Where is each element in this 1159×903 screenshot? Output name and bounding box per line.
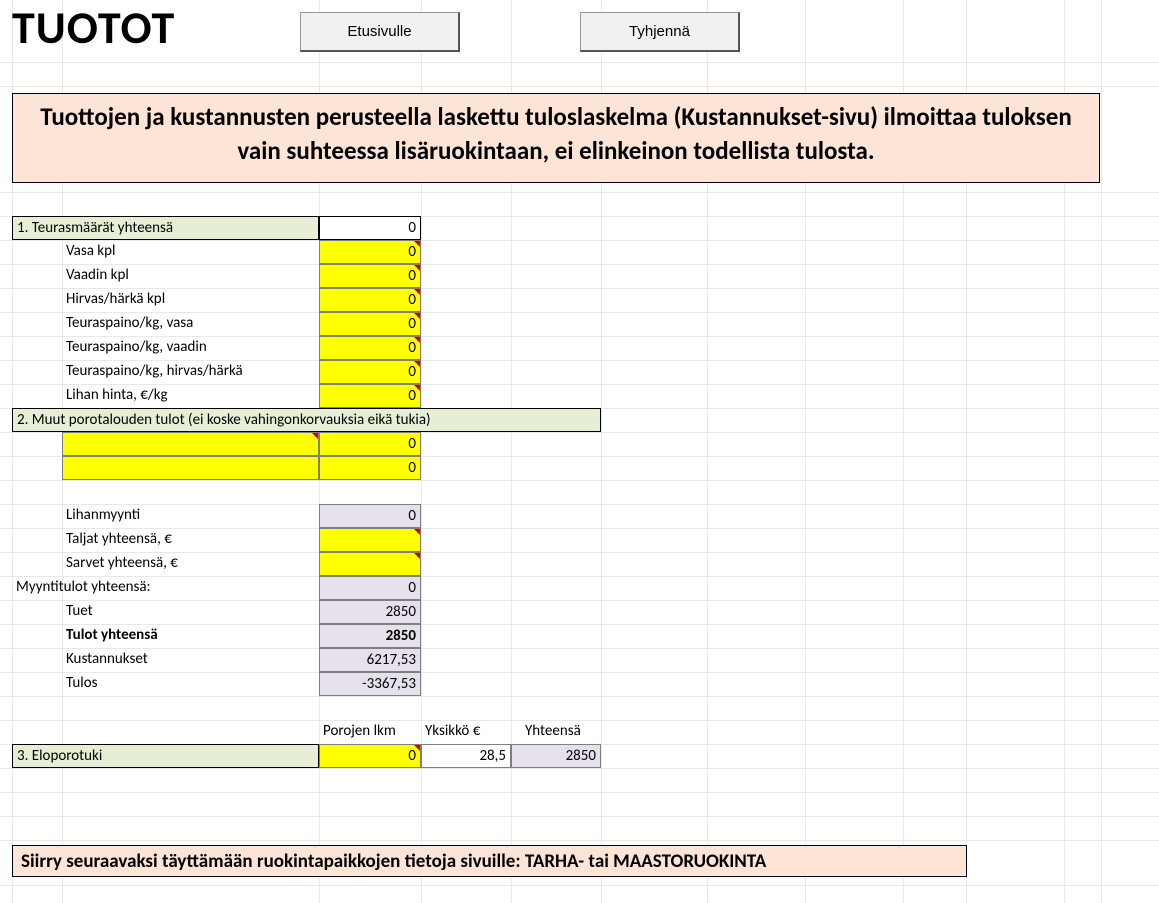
input-other-2-value[interactable]: 0 (319, 456, 421, 480)
value-tulos[interactable]: -3367,53 (319, 672, 421, 696)
section-2-header: 2. Muut porotalouden tulot (ei koske vah… (12, 408, 601, 432)
row-label: Teuraspaino/kg, vaadin (62, 336, 319, 360)
section-1-header: 1. Teurasmäärät yhteensä (12, 216, 319, 240)
comment-marker-icon (414, 745, 420, 751)
value-sales-total[interactable]: 0 (319, 576, 421, 600)
input-tp-hirvas[interactable]: 0 (319, 360, 421, 384)
value-tulot-yhteensa[interactable]: 2850 (319, 624, 421, 648)
row-label: Taljat yhteensä, € (62, 528, 319, 552)
input-hirvas-kpl[interactable]: 0 (319, 288, 421, 312)
col-header-yksikko: Yksikkö € (421, 720, 511, 744)
input-other-1-value[interactable]: 0 (319, 432, 421, 456)
comment-marker-icon (414, 553, 420, 559)
value-tuet[interactable]: 2850 (319, 600, 421, 624)
input-other-2-label[interactable] (62, 456, 319, 480)
row-label: Tuet (62, 600, 319, 624)
input-vasa-kpl[interactable]: 0 (319, 240, 421, 264)
col-header-yhteensa: Yhteensä (521, 720, 601, 744)
row-label: Teuraspaino/kg, hirvas/härkä (62, 360, 319, 384)
input-other-1-label[interactable] (62, 432, 319, 456)
home-button[interactable]: Etusivulle (300, 12, 460, 52)
col-header-porojen-lkm: Porojen lkm (319, 720, 421, 744)
input-taljat[interactable] (319, 528, 421, 552)
comment-marker-icon (414, 289, 420, 295)
row-label: Vasa kpl (62, 240, 319, 264)
comment-marker-icon (414, 529, 420, 535)
comment-marker-icon (414, 385, 420, 391)
row-label: Tulos (62, 672, 319, 696)
row-label: Lihanmyynti (62, 504, 319, 528)
section-1-total[interactable]: 0 (319, 216, 421, 240)
row-label: Myyntitulot yhteensä: (12, 576, 319, 600)
info-banner: Tuottojen ja kustannusten perusteella la… (12, 93, 1100, 183)
comment-marker-icon (414, 361, 420, 367)
comment-marker-icon (312, 433, 318, 439)
input-sarvet[interactable] (319, 552, 421, 576)
clear-button[interactable]: Tyhjennä (580, 12, 740, 52)
row-label: Tulot yhteensä (62, 624, 319, 648)
comment-marker-icon (414, 337, 420, 343)
value-yhteensa[interactable]: 2850 (511, 744, 601, 768)
input-tp-vasa[interactable]: 0 (319, 312, 421, 336)
row-label: Kustannukset (62, 648, 319, 672)
row-label: Hirvas/härkä kpl (62, 288, 319, 312)
input-vaadin-kpl[interactable]: 0 (319, 264, 421, 288)
row-label: Teuraspaino/kg, vasa (62, 312, 319, 336)
row-label: Lihan hinta, €/kg (62, 384, 319, 408)
comment-marker-icon (414, 313, 420, 319)
row-label: Sarvet yhteensä, € (62, 552, 319, 576)
row-label: Vaadin kpl (62, 264, 319, 288)
spreadsheet: TUOTOT Etusivulle Tyhjennä Tuottojen ja … (0, 0, 1159, 903)
value-lihanmyynti[interactable]: 0 (319, 504, 421, 528)
input-lihan-hinta[interactable]: 0 (319, 384, 421, 408)
page-title: TUOTOT (12, 0, 175, 56)
comment-marker-icon (414, 241, 420, 247)
input-tp-vaadin[interactable]: 0 (319, 336, 421, 360)
section-3-header: 3. Eloporotuki (12, 744, 319, 768)
footer-banner: Siirry seuraavaksi täyttämään ruokintapa… (12, 845, 967, 877)
comment-marker-icon (414, 265, 420, 271)
value-yksikko[interactable]: 28,5 (421, 744, 511, 768)
input-porojen-lkm[interactable]: 0 (319, 744, 421, 768)
value-kustannukset[interactable]: 6217,53 (319, 648, 421, 672)
